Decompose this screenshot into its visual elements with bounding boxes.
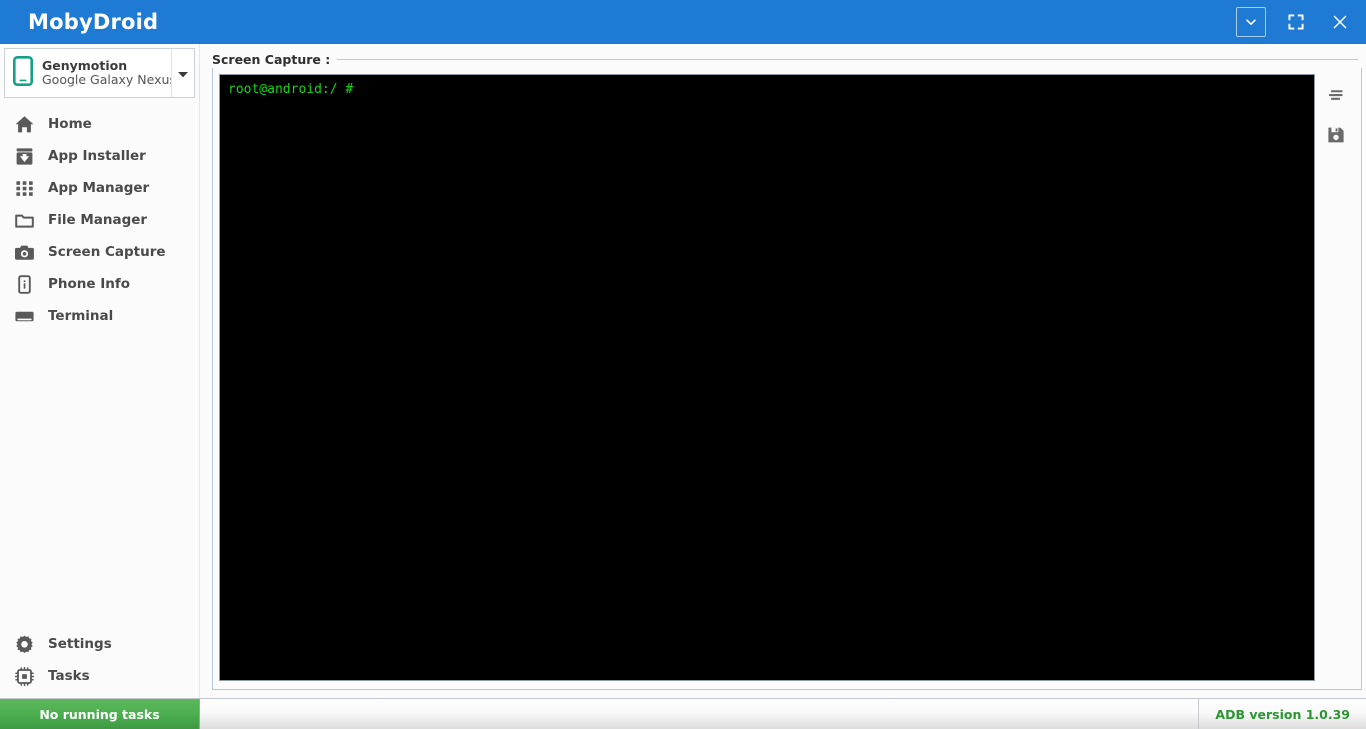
sidebar-bottom-nav: Settings Tasks <box>0 628 199 692</box>
group-title-row: Screen Capture : <box>212 50 1362 68</box>
sidebar-item-label: Terminal <box>48 308 114 324</box>
caret-down-icon <box>177 64 189 83</box>
application-window: MobyDroid Genymotion Google Galaxy Nexus… <box>0 0 1366 729</box>
group-title: Screen Capture : <box>212 51 331 67</box>
sidebar-item-label: File Manager <box>48 212 148 228</box>
gear-icon <box>13 633 35 655</box>
close-button[interactable] <box>1326 8 1354 36</box>
window-controls <box>1236 7 1354 37</box>
minimize-button[interactable] <box>1236 7 1266 37</box>
terminal-icon <box>13 305 35 327</box>
device-model: Google Galaxy Nexus <box>42 72 171 87</box>
sidebar-item-app-installer[interactable]: App Installer <box>0 140 199 172</box>
sidebar-item-file-manager[interactable]: File Manager <box>0 204 199 236</box>
fullscreen-icon <box>1288 14 1304 30</box>
app-installer-icon <box>13 145 35 167</box>
sidebar-item-label: App Installer <box>48 148 146 164</box>
maximize-button[interactable] <box>1282 8 1310 36</box>
device-selector-display[interactable]: Genymotion Google Galaxy Nexus <box>5 49 171 97</box>
sidebar-item-label: Screen Capture <box>48 244 166 260</box>
grid-icon <box>13 177 35 199</box>
cpu-icon <box>13 665 35 687</box>
main-body: Genymotion Google Galaxy Nexus Home App … <box>0 44 1366 698</box>
device-text: Genymotion Google Galaxy Nexus <box>42 59 171 88</box>
app-title: MobyDroid <box>28 10 159 34</box>
sidebar-item-label: Home <box>48 116 92 132</box>
terminal-panel: root@android:/ # <box>219 74 1315 681</box>
device-dropdown-arrow[interactable] <box>171 49 194 97</box>
task-status-badge[interactable]: No running tasks <box>0 699 200 729</box>
terminal-output[interactable]: root@android:/ # <box>220 75 1314 680</box>
group-divider <box>337 58 1358 60</box>
sidebar-item-home[interactable]: Home <box>0 108 199 140</box>
close-icon <box>1332 14 1348 30</box>
clear-output-button[interactable] <box>1323 84 1349 110</box>
sidebar-item-tasks[interactable]: Tasks <box>0 660 199 692</box>
adb-version-status: ADB version 1.0.39 <box>1198 699 1366 729</box>
save-output-button[interactable] <box>1323 124 1349 150</box>
sidebar-item-phone-info[interactable]: Phone Info <box>0 268 199 300</box>
status-bar: No running tasks ADB version 1.0.39 <box>0 698 1366 729</box>
phone-icon <box>12 55 33 90</box>
screen-capture-group: Screen Capture : root@android:/ # <box>212 50 1362 690</box>
folder-icon <box>13 209 35 231</box>
device-name: Genymotion <box>42 58 128 73</box>
sidebar-item-label: Phone Info <box>48 276 131 292</box>
sidebar-item-settings[interactable]: Settings <box>0 628 199 660</box>
camera-icon <box>13 241 35 263</box>
device-selector[interactable]: Genymotion Google Galaxy Nexus <box>4 48 195 98</box>
sidebar-item-screen-capture[interactable]: Screen Capture <box>0 236 199 268</box>
status-bar-spacer <box>200 699 1198 729</box>
home-icon <box>13 113 35 135</box>
phone-info-icon <box>13 273 35 295</box>
sidebar-item-terminal[interactable]: Terminal <box>0 300 199 332</box>
chevron-down-icon <box>1244 15 1258 29</box>
terminal-toolbar <box>1315 74 1357 681</box>
sidebar-item-app-manager[interactable]: App Manager <box>0 172 199 204</box>
sidebar-nav: Home App Installer App Manager File Mana… <box>0 108 199 332</box>
sidebar-item-label: Settings <box>48 636 112 652</box>
sidebar-item-label: Tasks <box>48 668 90 684</box>
floppy-save-icon <box>1326 125 1346 149</box>
title-bar: MobyDroid <box>0 0 1366 44</box>
group-content: root@android:/ # <box>212 68 1362 690</box>
content-area: Screen Capture : root@android:/ # <box>200 44 1366 698</box>
sidebar-item-label: App Manager <box>48 180 150 196</box>
align-lines-icon <box>1326 85 1346 109</box>
sidebar: Genymotion Google Galaxy Nexus Home App … <box>0 44 200 698</box>
